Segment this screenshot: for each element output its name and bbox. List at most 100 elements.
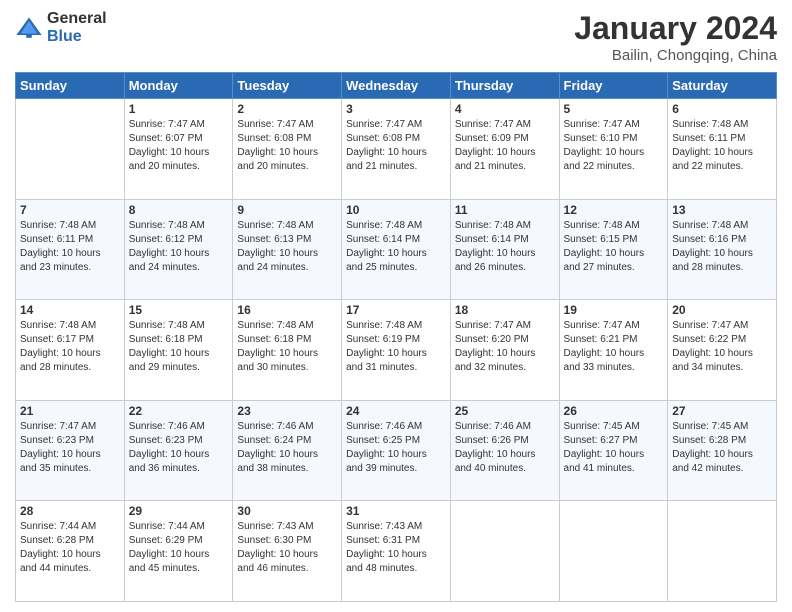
header: General Blue January 2024 Bailin, Chongq… <box>15 10 777 64</box>
day-info: Sunrise: 7:47 AM Sunset: 6:23 PM Dayligh… <box>20 420 120 476</box>
cell-3-6: 27 Sunrise: 7:45 AM Sunset: 6:28 PM Dayli… <box>668 400 777 501</box>
day-info: Sunrise: 7:43 AM Sunset: 6:31 PM Dayligh… <box>346 520 446 576</box>
day-number: 12 <box>564 203 664 217</box>
cell-3-2: 23 Sunrise: 7:46 AM Sunset: 6:24 PM Dayli… <box>233 400 342 501</box>
page: General Blue January 2024 Bailin, Chongq… <box>0 0 792 612</box>
day-info: Sunrise: 7:45 AM Sunset: 6:28 PM Dayligh… <box>672 420 772 476</box>
col-thursday: Thursday <box>450 73 559 99</box>
day-number: 14 <box>20 303 120 317</box>
cell-0-1: 1 Sunrise: 7:47 AM Sunset: 6:07 PM Daylig… <box>124 99 233 200</box>
day-info: Sunrise: 7:48 AM Sunset: 6:13 PM Dayligh… <box>237 219 337 275</box>
day-info: Sunrise: 7:47 AM Sunset: 6:08 PM Dayligh… <box>237 118 337 174</box>
cell-2-2: 16 Sunrise: 7:48 AM Sunset: 6:18 PM Dayli… <box>233 300 342 401</box>
cell-1-1: 8Sunrise: 7:48 AM Sunset: 6:12 PM Daylig… <box>124 199 233 300</box>
cell-3-0: 21 Sunrise: 7:47 AM Sunset: 6:23 PM Dayli… <box>16 400 125 501</box>
day-info: Sunrise: 7:47 AM Sunset: 6:10 PM Dayligh… <box>564 118 664 174</box>
cell-1-6: 13Sunrise: 7:48 AM Sunset: 6:16 PM Dayli… <box>668 199 777 300</box>
cell-3-4: 25 Sunrise: 7:46 AM Sunset: 6:26 PM Dayli… <box>450 400 559 501</box>
day-info: Sunrise: 7:48 AM Sunset: 6:15 PM Dayligh… <box>564 219 664 275</box>
day-number: 17 <box>346 303 446 317</box>
day-info: Sunrise: 7:47 AM Sunset: 6:22 PM Dayligh… <box>672 319 772 375</box>
cell-3-5: 26 Sunrise: 7:45 AM Sunset: 6:27 PM Dayli… <box>559 400 668 501</box>
day-number: 20 <box>672 303 772 317</box>
day-number: 13 <box>672 203 772 217</box>
cell-3-3: 24 Sunrise: 7:46 AM Sunset: 6:25 PM Dayli… <box>342 400 451 501</box>
day-info: Sunrise: 7:46 AM Sunset: 6:25 PM Dayligh… <box>346 420 446 476</box>
day-number: 10 <box>346 203 446 217</box>
title-area: January 2024 Bailin, Chongqing, China <box>574 10 777 64</box>
day-info: Sunrise: 7:47 AM Sunset: 6:20 PM Dayligh… <box>455 319 555 375</box>
day-info: Sunrise: 7:47 AM Sunset: 6:21 PM Dayligh… <box>564 319 664 375</box>
day-number: 31 <box>346 504 446 518</box>
cell-4-4 <box>450 501 559 602</box>
day-number: 30 <box>237 504 337 518</box>
day-number: 21 <box>20 404 120 418</box>
day-number: 23 <box>237 404 337 418</box>
day-number: 4 <box>455 102 555 116</box>
month-title: January 2024 <box>574 10 777 47</box>
day-info: Sunrise: 7:48 AM Sunset: 6:18 PM Dayligh… <box>129 319 229 375</box>
day-info: Sunrise: 7:48 AM Sunset: 6:12 PM Dayligh… <box>129 219 229 275</box>
day-number: 19 <box>564 303 664 317</box>
day-number: 7 <box>20 203 120 217</box>
calendar-header-row: Sunday Monday Tuesday Wednesday Thursday… <box>16 73 777 99</box>
cell-1-5: 12 Sunrise: 7:48 AM Sunset: 6:15 PM Dayli… <box>559 199 668 300</box>
day-info: Sunrise: 7:45 AM Sunset: 6:27 PM Dayligh… <box>564 420 664 476</box>
day-number: 22 <box>129 404 229 418</box>
logo-icon <box>15 14 43 42</box>
day-info: Sunrise: 7:46 AM Sunset: 6:23 PM Dayligh… <box>129 420 229 476</box>
day-info: Sunrise: 7:44 AM Sunset: 6:29 PM Dayligh… <box>129 520 229 576</box>
cell-2-1: 15 Sunrise: 7:48 AM Sunset: 6:18 PM Dayli… <box>124 300 233 401</box>
logo-text: General Blue <box>47 10 107 45</box>
cell-2-0: 14 Sunrise: 7:48 AM Sunset: 6:17 PM Dayli… <box>16 300 125 401</box>
cell-4-0: 28Sunrise: 7:44 AM Sunset: 6:28 PM Dayli… <box>16 501 125 602</box>
cell-4-3: 31 Sunrise: 7:43 AM Sunset: 6:31 PM Dayli… <box>342 501 451 602</box>
col-saturday: Saturday <box>668 73 777 99</box>
day-number: 27 <box>672 404 772 418</box>
day-info: Sunrise: 7:48 AM Sunset: 6:19 PM Dayligh… <box>346 319 446 375</box>
day-number: 2 <box>237 102 337 116</box>
day-info: Sunrise: 7:46 AM Sunset: 6:26 PM Dayligh… <box>455 420 555 476</box>
col-friday: Friday <box>559 73 668 99</box>
day-number: 1 <box>129 102 229 116</box>
logo-blue: Blue <box>47 28 107 46</box>
cell-2-3: 17 Sunrise: 7:48 AM Sunset: 6:19 PM Dayli… <box>342 300 451 401</box>
week-row-2: 7 Sunrise: 7:48 AM Sunset: 6:11 PM Daylig… <box>16 199 777 300</box>
col-sunday: Sunday <box>16 73 125 99</box>
cell-3-1: 22 Sunrise: 7:46 AM Sunset: 6:23 PM Dayli… <box>124 400 233 501</box>
calendar-table: Sunday Monday Tuesday Wednesday Thursday… <box>15 72 777 602</box>
day-number: 18 <box>455 303 555 317</box>
day-number: 29 <box>129 504 229 518</box>
day-info: Sunrise: 7:46 AM Sunset: 6:24 PM Dayligh… <box>237 420 337 476</box>
day-number: 28 <box>20 504 120 518</box>
day-info: Sunrise: 7:48 AM Sunset: 6:18 PM Dayligh… <box>237 319 337 375</box>
cell-0-5: 5 Sunrise: 7:47 AM Sunset: 6:10 PM Daylig… <box>559 99 668 200</box>
day-info: Sunrise: 7:47 AM Sunset: 6:07 PM Dayligh… <box>129 118 229 174</box>
week-row-4: 21 Sunrise: 7:47 AM Sunset: 6:23 PM Dayli… <box>16 400 777 501</box>
cell-1-3: 10Sunrise: 7:48 AM Sunset: 6:14 PM Dayli… <box>342 199 451 300</box>
cell-2-5: 19 Sunrise: 7:47 AM Sunset: 6:21 PM Dayli… <box>559 300 668 401</box>
day-number: 24 <box>346 404 446 418</box>
day-number: 6 <box>672 102 772 116</box>
week-row-1: 1 Sunrise: 7:47 AM Sunset: 6:07 PM Daylig… <box>16 99 777 200</box>
day-number: 11 <box>455 203 555 217</box>
cell-1-4: 11Sunrise: 7:48 AM Sunset: 6:14 PM Dayli… <box>450 199 559 300</box>
logo-general: General <box>47 10 107 28</box>
cell-2-4: 18 Sunrise: 7:47 AM Sunset: 6:20 PM Dayli… <box>450 300 559 401</box>
cell-0-4: 4Sunrise: 7:47 AM Sunset: 6:09 PM Daylig… <box>450 99 559 200</box>
cell-0-6: 6Sunrise: 7:48 AM Sunset: 6:11 PM Daylig… <box>668 99 777 200</box>
day-number: 26 <box>564 404 664 418</box>
cell-1-0: 7 Sunrise: 7:48 AM Sunset: 6:11 PM Daylig… <box>16 199 125 300</box>
col-monday: Monday <box>124 73 233 99</box>
day-number: 25 <box>455 404 555 418</box>
day-number: 9 <box>237 203 337 217</box>
day-info: Sunrise: 7:48 AM Sunset: 6:17 PM Dayligh… <box>20 319 120 375</box>
day-number: 16 <box>237 303 337 317</box>
cell-4-1: 29 Sunrise: 7:44 AM Sunset: 6:29 PM Dayli… <box>124 501 233 602</box>
cell-1-2: 9 Sunrise: 7:48 AM Sunset: 6:13 PM Daylig… <box>233 199 342 300</box>
day-number: 15 <box>129 303 229 317</box>
day-number: 5 <box>564 102 664 116</box>
logo: General Blue <box>15 10 107 45</box>
day-info: Sunrise: 7:48 AM Sunset: 6:11 PM Dayligh… <box>20 219 120 275</box>
week-row-5: 28Sunrise: 7:44 AM Sunset: 6:28 PM Dayli… <box>16 501 777 602</box>
